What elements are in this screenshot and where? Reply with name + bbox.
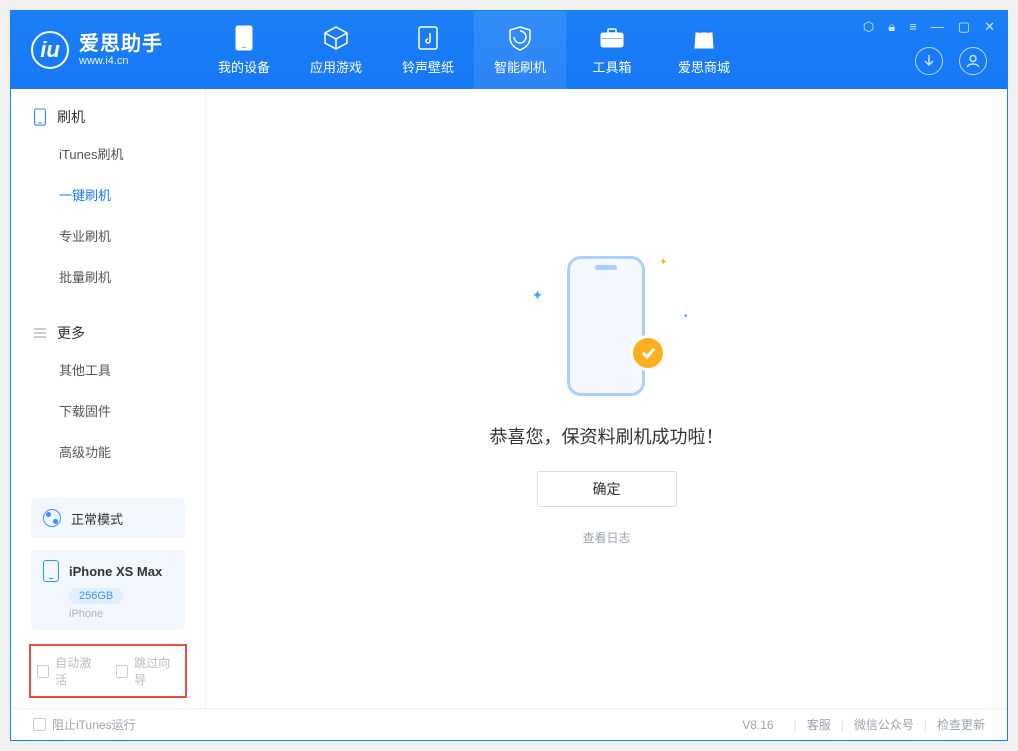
device-card[interactable]: iPhone XS Max 256GB iPhone xyxy=(31,550,185,630)
sidebar-item-itunes-flash[interactable]: iTunes刷机 xyxy=(33,133,183,174)
sidebar-item-download-firmware[interactable]: 下载固件 xyxy=(33,390,183,431)
checkbox-icon xyxy=(33,718,46,731)
lock-icon[interactable]: 🔒︎ xyxy=(888,19,895,35)
sparkle-icon: ✦ xyxy=(659,257,667,268)
device-phone-icon xyxy=(43,560,59,582)
view-log-link[interactable]: 查看日志 xyxy=(582,529,630,546)
main-content: ✦ ✦ • 恭喜您，保资料刷机成功啦！ 确定 查看日志 xyxy=(206,89,1007,708)
statusbar: 阻止iTunes运行 V8.16 | 客服 | 微信公众号 | 检查更新 xyxy=(11,708,1007,740)
bag-icon xyxy=(691,25,717,51)
checkbox-icon xyxy=(116,665,128,678)
support-link[interactable]: 客服 xyxy=(807,716,831,733)
device-name: iPhone XS Max xyxy=(69,564,162,579)
mode-icon xyxy=(43,509,61,527)
app-title: 爱思助手 xyxy=(79,33,163,55)
close-button[interactable]: ✕ xyxy=(984,19,995,35)
success-illustration: ✦ ✦ • xyxy=(552,251,662,401)
download-button[interactable] xyxy=(915,47,943,75)
tab-store[interactable]: 爱思商城 xyxy=(658,11,750,89)
app-window: iu 爱思助手 www.i4.cn 我的设备 应用游戏 铃声壁纸 智能刷机 xyxy=(10,10,1008,741)
sidebar-item-advanced[interactable]: 高级功能 xyxy=(33,431,183,472)
success-message: 恭喜您，保资料刷机成功啦！ xyxy=(490,423,724,449)
tab-apps-games[interactable]: 应用游戏 xyxy=(290,11,382,89)
tab-ringtones[interactable]: 铃声壁纸 xyxy=(382,11,474,89)
tshirt-icon[interactable]: ⬡ xyxy=(863,19,874,35)
sidebar: 刷机 iTunes刷机 一键刷机 专业刷机 批量刷机 更多 其他工具 下载固件 xyxy=(11,89,206,708)
sidebar-header-flash: 刷机 xyxy=(33,107,183,127)
toolbox-icon xyxy=(599,25,625,51)
top-nav: 我的设备 应用游戏 铃声壁纸 智能刷机 工具箱 爱思商城 xyxy=(198,11,750,89)
music-icon xyxy=(415,25,441,51)
sidebar-item-batch-flash[interactable]: 批量刷机 xyxy=(33,256,183,297)
tab-my-device[interactable]: 我的设备 xyxy=(198,11,290,89)
app-subtitle: www.i4.cn xyxy=(79,55,163,67)
ok-button[interactable]: 确定 xyxy=(537,471,677,507)
minimize-button[interactable]: — xyxy=(931,19,944,35)
list-icon xyxy=(33,324,47,342)
sparkle-icon: • xyxy=(684,311,688,322)
user-button[interactable] xyxy=(959,47,987,75)
checkbox-block-itunes[interactable]: 阻止iTunes运行 xyxy=(33,716,136,733)
device-type: iPhone xyxy=(69,608,173,620)
window-controls-top: ⬡ 🔒︎ ≡ — ▢ ✕ xyxy=(863,19,995,35)
sparkle-icon: ✦ xyxy=(532,287,544,304)
device-storage-badge: 256GB xyxy=(69,588,123,604)
checkbox-auto-activate[interactable]: 自动激活 xyxy=(37,654,100,688)
body: 刷机 iTunes刷机 一键刷机 专业刷机 批量刷机 更多 其他工具 下载固件 xyxy=(11,89,1007,708)
app-logo: iu 爱思助手 www.i4.cn xyxy=(11,31,183,69)
sidebar-item-other-tools[interactable]: 其他工具 xyxy=(33,349,183,390)
mode-label: 正常模式 xyxy=(71,509,123,528)
header-actions xyxy=(915,47,987,75)
wechat-link[interactable]: 微信公众号 xyxy=(854,716,914,733)
checkbox-icon xyxy=(37,665,49,678)
cube-icon xyxy=(323,25,349,51)
checkbox-skip-guide[interactable]: 跳过向导 xyxy=(116,654,179,688)
check-update-link[interactable]: 检查更新 xyxy=(937,716,985,733)
highlighted-checkbox-row: 自动激活 跳过向导 xyxy=(29,644,187,698)
logo-icon: iu xyxy=(31,31,69,69)
sidebar-item-pro-flash[interactable]: 专业刷机 xyxy=(33,215,183,256)
sidebar-item-one-click[interactable]: 一键刷机 xyxy=(33,174,183,215)
mode-card[interactable]: 正常模式 xyxy=(31,498,185,538)
tab-smart-flash[interactable]: 智能刷机 xyxy=(474,11,566,89)
version-label: V8.16 xyxy=(742,718,773,732)
device-icon xyxy=(231,25,257,51)
titlebar: iu 爱思助手 www.i4.cn 我的设备 应用游戏 铃声壁纸 智能刷机 xyxy=(11,11,1007,89)
menu-icon[interactable]: ≡ xyxy=(909,19,917,35)
phone-outline-icon xyxy=(33,108,47,126)
check-badge-icon xyxy=(630,335,666,371)
shield-icon xyxy=(507,25,533,51)
tab-toolbox[interactable]: 工具箱 xyxy=(566,11,658,89)
maximize-button[interactable]: ▢ xyxy=(958,19,970,35)
sidebar-header-more: 更多 xyxy=(33,323,183,343)
